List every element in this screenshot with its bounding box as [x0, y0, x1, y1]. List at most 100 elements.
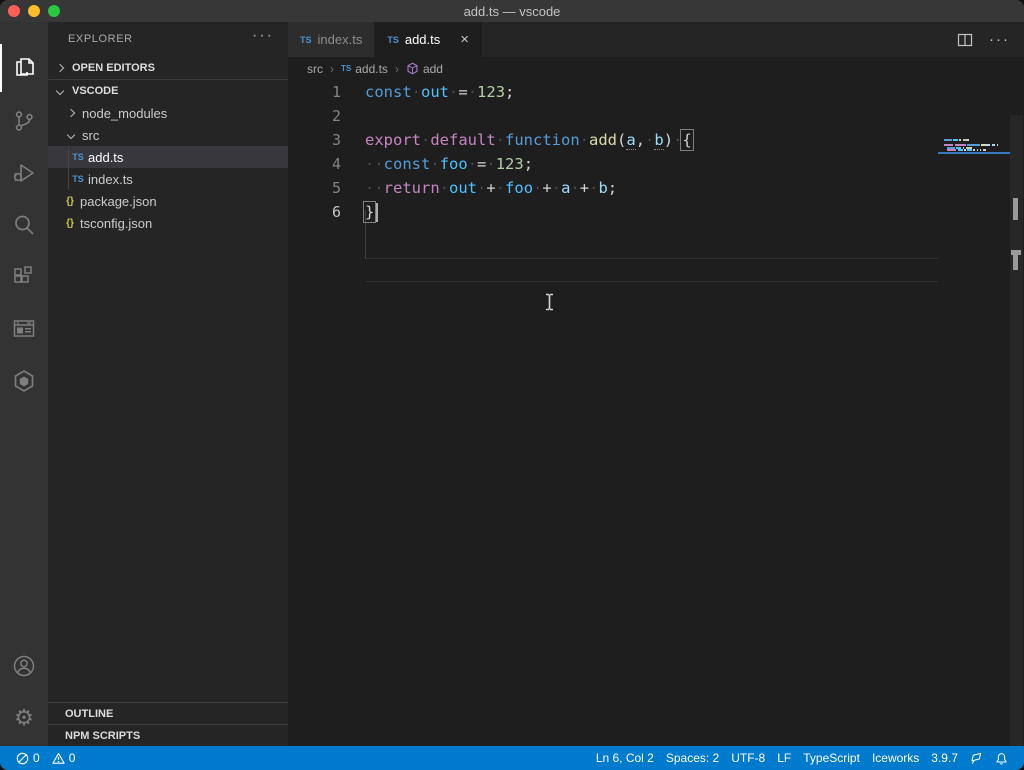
activity-search-icon[interactable] [0, 201, 48, 249]
activity-source-control-icon[interactable] [0, 97, 48, 145]
token-pun: ; [608, 179, 617, 197]
split-editor-icon[interactable] [957, 32, 973, 48]
token-ctrl: return [384, 179, 440, 197]
status-bar: 0 0 Ln 6, Col 2 Spaces: 2UTF-8 LF TypeScript… [0, 746, 1024, 770]
status-label: TypeScript [803, 751, 860, 765]
token-kw: const [384, 155, 431, 173]
token-pun: + [542, 179, 551, 197]
tab-bar: TS index.ts TS add.ts × [288, 22, 1024, 57]
tab-label: index.ts [318, 32, 363, 47]
code-line-6[interactable]: 6} [288, 200, 948, 224]
status-lf[interactable]: LF [771, 751, 797, 765]
workspace-header[interactable]: VSCODE [48, 80, 288, 102]
bell-icon [995, 752, 1008, 765]
typescript-file-icon: TS [70, 174, 86, 184]
minimap[interactable] [938, 139, 1010, 185]
code-text: ··const·foo·=·123; [365, 155, 533, 173]
activity-extensions-icon[interactable] [0, 253, 48, 301]
code-line-2[interactable]: 2 [288, 104, 948, 128]
status-label: Ln 6, Col 2 [596, 751, 654, 765]
status-label: LF [777, 751, 791, 765]
typescript-file-icon: TS [387, 35, 399, 45]
line-number: 3 [288, 131, 341, 149]
activity-bar: ⚙ [0, 22, 48, 746]
status-utf-8[interactable]: UTF-8 [725, 751, 771, 765]
sidebar-more-actions-icon[interactable]: ··· [252, 27, 274, 45]
tree-item-index-ts[interactable]: TSindex.ts [48, 168, 288, 190]
code-line-3[interactable]: 3export·default·function·add(a,·b)·{ [288, 128, 948, 152]
tree-item-node_modules[interactable]: node_modules [48, 102, 288, 124]
token-ws: · [421, 131, 430, 149]
code-line-1[interactable]: 1const·out·=·123; [288, 80, 948, 104]
status-label: Iceworks [872, 751, 919, 765]
activity-account-icon[interactable] [0, 642, 48, 690]
token-cvar: out [449, 179, 477, 197]
status-typescript[interactable]: TypeScript [797, 751, 866, 765]
token-ws: · [430, 155, 439, 173]
more-actions-icon[interactable]: ··· [989, 31, 1010, 48]
open-editors-header[interactable]: OPEN EDITORS [48, 57, 288, 79]
breadcrumb-separator-icon: › [330, 62, 334, 76]
breadcrumb-label: add.ts [355, 62, 388, 76]
line-number: 1 [288, 83, 341, 101]
tab-label: add.ts [405, 32, 440, 47]
section-outline[interactable]: OUTLINE [48, 702, 288, 724]
code-line-5[interactable]: 5··return·out·+·foo·+·a·+·b; [288, 176, 948, 200]
status-spaces-2[interactable]: Spaces: 2 [660, 751, 725, 765]
line-number: 5 [288, 179, 341, 197]
line-number: 4 [288, 155, 341, 173]
code-editor[interactable]: 1const·out·=·123;23export·default·functi… [288, 80, 1024, 746]
symbol-module-icon [406, 62, 419, 75]
close-window-button[interactable] [8, 5, 20, 17]
token-pun: ( [617, 131, 626, 149]
tree-indent-guide [68, 146, 69, 190]
status-error[interactable]: 0 [10, 751, 46, 765]
close-icon[interactable]: × [460, 32, 469, 47]
breadcrumb-item-add-ts[interactable]: TS add.ts [341, 62, 388, 76]
activity-iceworks-icon[interactable] [0, 357, 48, 405]
title-bar: add.ts — vscode [0, 0, 1024, 22]
token-ws: · [468, 155, 477, 173]
status-warning[interactable]: 0 [46, 751, 82, 765]
token-ws: · [486, 155, 495, 173]
token-ws: · [533, 179, 542, 197]
explorer-sidebar: EXPLORER ··· OPEN EDITORS VSCODE node_mo… [48, 22, 288, 746]
section-npm-scripts[interactable]: NPM SCRIPTS [48, 724, 288, 746]
tab-index-ts[interactable]: TS index.ts [288, 22, 375, 57]
tree-item-tsconfig-json[interactable]: {}tsconfig.json [48, 212, 288, 234]
editor-scrollbar[interactable] [1010, 115, 1023, 753]
token-cvar: out [421, 83, 449, 101]
breadcrumb-label: src [307, 62, 323, 76]
status-iceworks[interactable]: Iceworks [866, 751, 925, 765]
tree-item-package-json[interactable]: {}package.json [48, 190, 288, 212]
activity-settings-icon[interactable]: ⚙ [0, 694, 48, 742]
token-ws: ·· [365, 155, 384, 173]
activity-explorer-icon[interactable] [0, 44, 48, 92]
status-label: 0 [69, 751, 76, 765]
maximize-window-button[interactable] [48, 5, 60, 17]
breadcrumb-item-add[interactable]: add [406, 62, 443, 76]
tab-add-ts[interactable]: TS add.ts × [375, 22, 482, 57]
typescript-file-icon: TS [341, 64, 351, 73]
code-line-4[interactable]: 4··const·foo·=·123; [288, 152, 948, 176]
minimize-window-button[interactable] [28, 5, 40, 17]
status-ln-6-col-2[interactable]: Ln 6, Col 2 [590, 751, 660, 765]
token-fn: add [589, 131, 617, 149]
chevron-down-icon [67, 131, 75, 139]
tree-item-add-ts[interactable]: TSadd.ts [48, 146, 288, 168]
window-title: add.ts — vscode [464, 4, 561, 19]
status-bell[interactable] [989, 752, 1014, 765]
status-3-9-7[interactable]: 3.9.7 [925, 751, 964, 765]
breadcrumb-item-src[interactable]: src [307, 62, 323, 76]
text-cursor [376, 203, 378, 222]
activity-app-panel-icon[interactable] [0, 305, 48, 353]
status-feedback[interactable] [964, 752, 989, 765]
typescript-file-icon: TS [300, 35, 312, 45]
code-text: ··return·out·+·foo·+·a·+·b; [365, 179, 617, 197]
tree-item-label: package.json [80, 194, 157, 209]
tree-item-src[interactable]: src [48, 124, 288, 146]
open-editors-label: OPEN EDITORS [72, 62, 155, 74]
token-var: b [598, 179, 607, 197]
activity-run-debug-icon[interactable] [0, 149, 48, 197]
workspace-label: VSCODE [72, 85, 118, 97]
